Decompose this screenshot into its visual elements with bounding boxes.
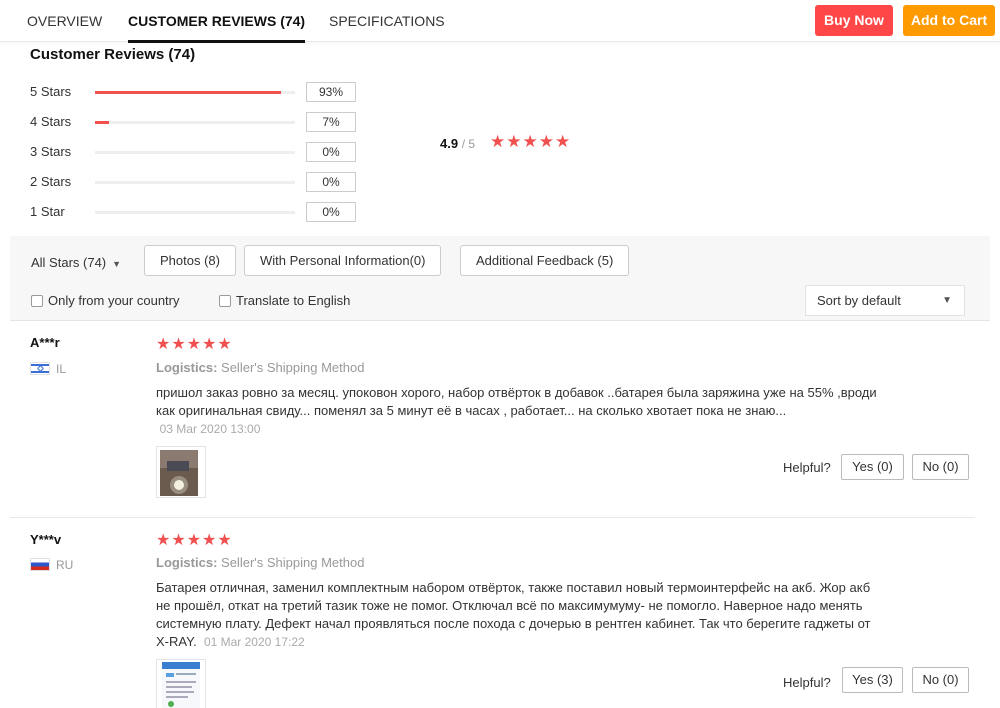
rating-label: 4 Stars — [30, 114, 72, 129]
rating-row-1[interactable]: 1 Star 0% — [30, 202, 360, 222]
checkbox-icon — [219, 295, 231, 307]
photo-image — [160, 450, 198, 496]
rating-row-3[interactable]: 3 Stars 0% — [30, 142, 360, 162]
rating-percent: 0% — [306, 202, 356, 222]
logistics-label: Logistics: — [156, 360, 218, 375]
review-text: Батарея отличная, заменил комплектным на… — [156, 579, 886, 651]
only-country-checkbox[interactable]: Only from your country — [31, 293, 180, 308]
sort-select[interactable]: Sort by default ▼ — [805, 285, 965, 316]
chevron-down-icon: ▼ — [942, 295, 952, 306]
star-filter-dropdown[interactable]: All Stars (74) ▼ — [31, 255, 121, 270]
reviews-heading: Customer Reviews (74) — [30, 46, 196, 63]
review-body: пришол заказ ровно за месяц. упоковон хо… — [156, 385, 877, 418]
translate-checkbox[interactable]: Translate to English — [219, 293, 350, 308]
review-photo-thumbnail[interactable] — [156, 446, 206, 498]
reviewer-country: IL — [30, 362, 66, 376]
rating-bar — [95, 211, 295, 214]
add-to-cart-button[interactable]: Add to Cart — [903, 5, 995, 36]
logistics-label: Logistics: — [156, 555, 218, 570]
checkbox-icon — [31, 295, 43, 307]
rating-percent: 93% — [306, 82, 356, 102]
helpful-label: Helpful? — [783, 675, 831, 690]
reviewer-name: A***r — [30, 335, 60, 350]
review-date: 03 Mar 2020 13:00 — [159, 422, 261, 436]
review-star-icons: ★★★★★ — [156, 336, 233, 353]
additional-feedback-filter-button[interactable]: Additional Feedback (5) — [460, 245, 630, 276]
rating-bar — [95, 121, 295, 124]
review-item: Y***v RU ★★★★★ Logistics: Seller's Shipp… — [10, 519, 975, 708]
helpful-label: Helpful? — [783, 460, 831, 475]
helpful-no-button[interactable]: No (0) — [912, 454, 969, 480]
country-code: IL — [56, 362, 67, 376]
average-star-icons: ★★★★★ — [490, 132, 572, 151]
personal-info-filter-button[interactable]: With Personal Information(0) — [244, 245, 442, 276]
reviewer-country: RU — [30, 558, 73, 572]
logistics-info: Logistics: Seller's Shipping Method — [156, 360, 364, 375]
rating-row-5[interactable]: 5 Stars 93% — [30, 82, 360, 102]
average-out-of: / 5 — [461, 137, 476, 151]
review-photo-thumbnail[interactable] — [156, 659, 206, 708]
helpful-yes-button[interactable]: Yes (3) — [842, 667, 903, 693]
translate-label: Translate to English — [236, 293, 351, 308]
review-filters: All Stars (74) ▼ Photos (8) With Personal… — [10, 236, 990, 321]
review-item: A***r IL ★★★★★ Logistics: Seller's Shipp… — [10, 322, 975, 518]
review-star-icons: ★★★★★ — [156, 532, 233, 549]
rating-bar — [95, 181, 295, 184]
rating-row-2[interactable]: 2 Stars 0% — [30, 172, 360, 192]
buy-now-button[interactable]: Buy Now — [815, 5, 893, 36]
tab-specifications[interactable]: SPECIFICATIONS — [329, 0, 445, 42]
photos-filter-button[interactable]: Photos (8) — [144, 245, 236, 276]
rating-percent: 0% — [306, 172, 356, 192]
rating-bar-fill — [95, 91, 281, 94]
rating-percent: 0% — [306, 142, 356, 162]
rating-bar — [95, 151, 295, 154]
product-tab-bar: OVERVIEW CUSTOMER REVIEWS (74) SPECIFICA… — [0, 0, 1000, 43]
review-date: 01 Mar 2020 17:22 — [203, 635, 305, 649]
logistics-value: Seller's Shipping Method — [221, 360, 365, 375]
russia-flag-icon — [30, 558, 50, 571]
rating-bar-fill — [95, 121, 109, 124]
chevron-down-icon: ▼ — [112, 259, 122, 269]
tab-overview[interactable]: OVERVIEW — [27, 0, 102, 42]
rating-percent: 7% — [306, 112, 356, 132]
logistics-info: Logistics: Seller's Shipping Method — [156, 555, 364, 570]
country-code: RU — [56, 558, 74, 572]
helpful-no-button[interactable]: No (0) — [912, 667, 969, 693]
rating-label: 5 Stars — [30, 84, 72, 99]
rating-row-4[interactable]: 4 Stars 7% — [30, 112, 360, 132]
star-filter-label: All Stars (74) — [31, 255, 107, 270]
rating-label: 3 Stars — [30, 144, 72, 159]
reviewer-name: Y***v — [30, 532, 62, 547]
logistics-value: Seller's Shipping Method — [221, 555, 365, 570]
average-score: 4.9 — [440, 136, 459, 151]
rating-label: 2 Stars — [30, 174, 72, 189]
helpful-yes-button[interactable]: Yes (0) — [841, 454, 904, 480]
review-text: пришол заказ ровно за месяц. упоковон хо… — [156, 384, 896, 438]
rating-bar — [95, 91, 295, 94]
tab-customer-reviews[interactable]: CUSTOMER REVIEWS (74) — [128, 0, 306, 43]
rating-label: 1 Star — [30, 204, 65, 219]
average-rating: 4.9 / 5 — [440, 136, 475, 151]
photo-image — [162, 662, 200, 708]
only-country-label: Only from your country — [48, 293, 180, 308]
israel-flag-icon — [30, 362, 50, 375]
sort-value: Sort by default — [817, 293, 901, 308]
